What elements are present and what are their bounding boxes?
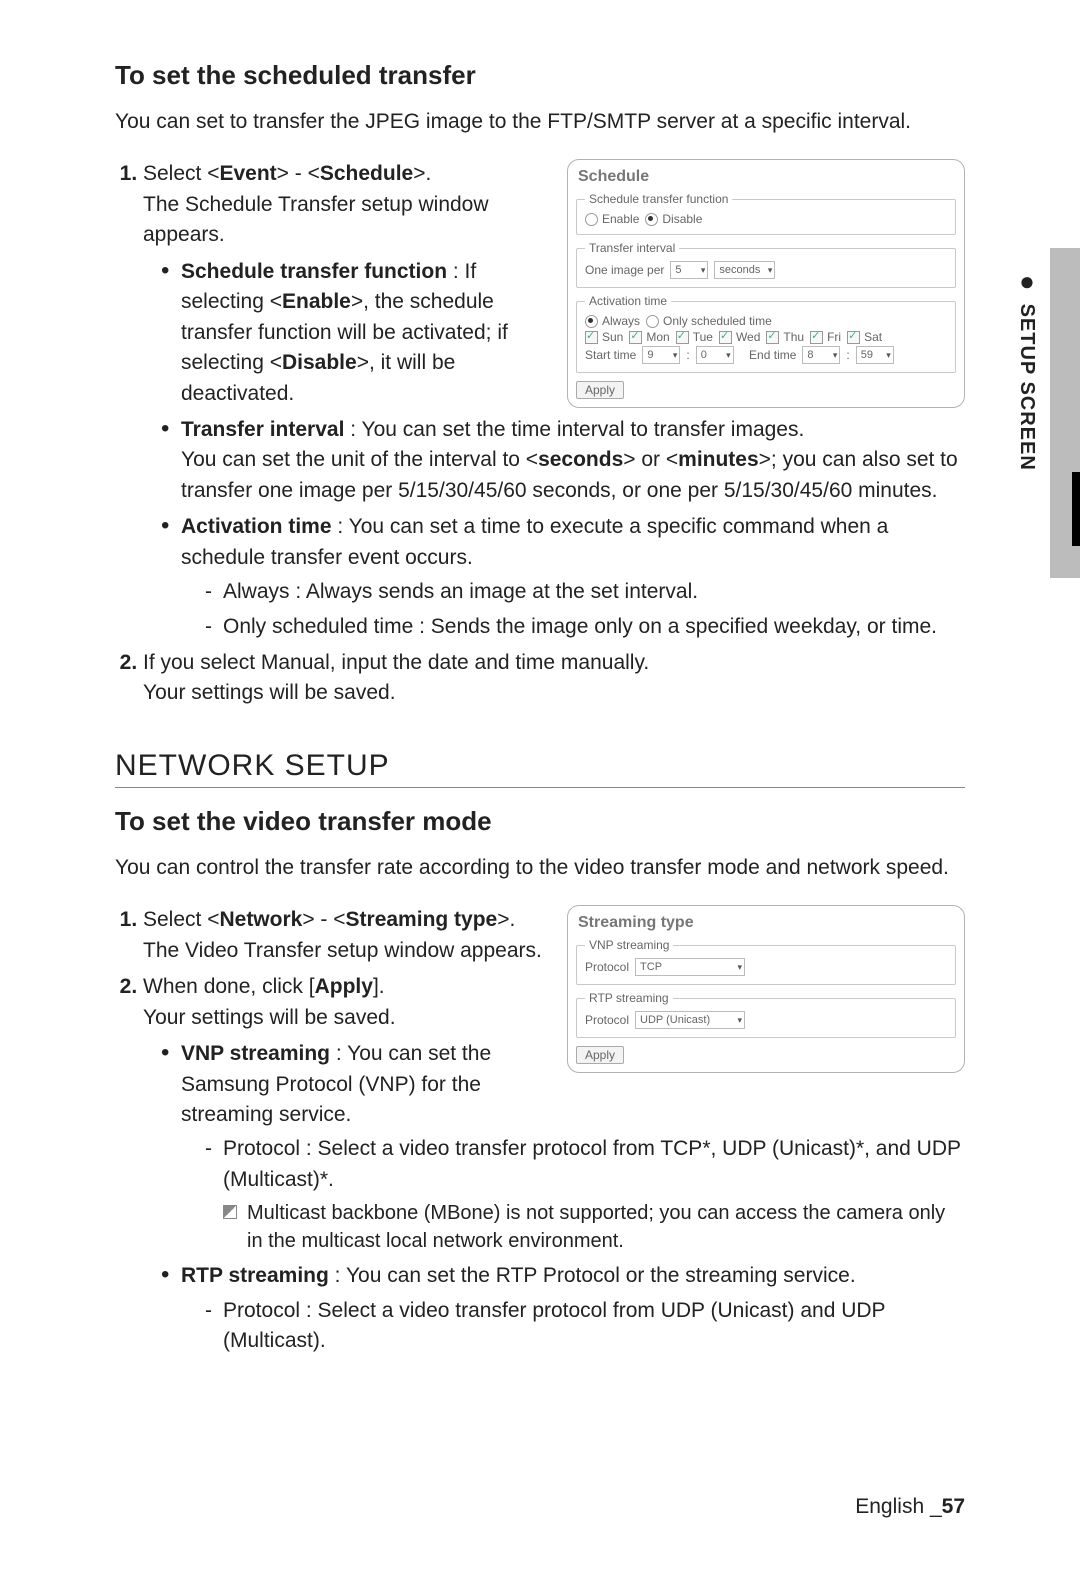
bullet-transfer-interval: Transfer interval : You can set the time… [161, 415, 965, 506]
content-block-schedule: Schedule Schedule transfer function Enab… [115, 159, 965, 714]
legend-transfer-function: Schedule transfer function [585, 192, 732, 206]
document-page: ● SETUP SCREEN To set the scheduled tran… [0, 0, 1080, 1571]
legend-transfer-interval: Transfer interval [585, 241, 679, 255]
radio-enable[interactable]: Enable [585, 212, 639, 226]
intro-scheduled-transfer: You can set to transfer the JPEG image t… [115, 107, 965, 137]
fieldset-vnp-streaming: VNP streaming Protocol TCP [576, 938, 956, 985]
bullet-rtp-streaming: RTP streaming : You can set the RTP Prot… [161, 1261, 965, 1356]
dash-only-scheduled: Only scheduled time : Sends the image on… [205, 612, 965, 642]
radio-disable[interactable]: Disable [645, 212, 702, 226]
heading-network-setup: Network Setup [115, 749, 965, 788]
step2-line1: If you select Manual, input the date and… [143, 651, 649, 674]
dash-always: Always : Always sends an image at the se… [205, 577, 965, 607]
radio-enable-label: Enable [602, 212, 639, 226]
step1-line1: Select <Event> - <Schedule>. [143, 162, 431, 185]
bullet-schedule-transfer-function: Schedule transfer function : If selectin… [161, 257, 965, 409]
content-block-streaming: Streaming type VNP streaming Protocol TC… [115, 905, 965, 1362]
bullet-activation-time: Activation time : You can set a time to … [161, 512, 965, 642]
schedule-step-2: If you select Manual, input the date and… [143, 648, 965, 709]
page-thumb-tab: ● SETUP SCREEN [1042, 248, 1080, 578]
footer-language: English _ [855, 1495, 941, 1518]
note-icon [223, 1205, 237, 1219]
radio-disable-label: Disable [662, 212, 702, 226]
nstep1-line1: Select <Network> - <Streaming type>. [143, 908, 515, 931]
nstep1-line2: The Video Transfer setup window appears. [143, 939, 542, 962]
footer-page-number: 57 [942, 1495, 965, 1518]
tab-black-band [1072, 472, 1080, 546]
legend-rtp-streaming: RTP streaming [585, 991, 673, 1005]
select-vnp-protocol[interactable]: TCP [635, 958, 745, 976]
dash-vnp-protocol: Protocol : Select a video transfer proto… [205, 1134, 965, 1195]
nstep2-line1: When done, click [Apply]. [143, 975, 385, 998]
panel-schedule-title: Schedule [578, 168, 956, 186]
step2-line2: Your settings will be saved. [143, 681, 396, 704]
note-text: Multicast backbone (MBone) is not suppor… [247, 1199, 965, 1255]
heading-scheduled-transfer: To set the scheduled transfer [115, 60, 965, 91]
note-multicast: Multicast backbone (MBone) is not suppor… [181, 1199, 965, 1255]
panel-streaming-title: Streaming type [578, 914, 956, 932]
legend-vnp-streaming: VNP streaming [585, 938, 673, 952]
tab-dot-icon: ● [1012, 266, 1042, 297]
fieldset-rtp-streaming: RTP streaming Protocol UDP (Unicast) [576, 991, 956, 1038]
heading-video-transfer-mode: To set the video transfer mode [115, 806, 965, 837]
tab-label: ● SETUP SCREEN [1015, 266, 1038, 471]
intro-video-transfer: You can control the transfer rate accord… [115, 853, 965, 883]
step1-line2: The Schedule Transfer setup window appea… [143, 193, 489, 246]
transfer-interval-detail: You can set the unit of the interval to … [181, 448, 958, 501]
label-vnp-protocol: Protocol [585, 960, 629, 974]
fieldset-transfer-function: Schedule transfer function Enable Disabl… [576, 192, 956, 235]
nstep2-line2: Your settings will be saved. [143, 1006, 396, 1029]
page-footer: English _57 [855, 1495, 965, 1519]
tab-text: SETUP SCREEN [1016, 304, 1038, 471]
label-rtp-protocol: Protocol [585, 1013, 629, 1027]
select-rtp-protocol[interactable]: UDP (Unicast) [635, 1011, 745, 1029]
bullet-vnp-streaming: VNP streaming : You can set the Samsung … [161, 1039, 965, 1255]
dash-rtp-protocol: Protocol : Select a video transfer proto… [205, 1296, 965, 1357]
